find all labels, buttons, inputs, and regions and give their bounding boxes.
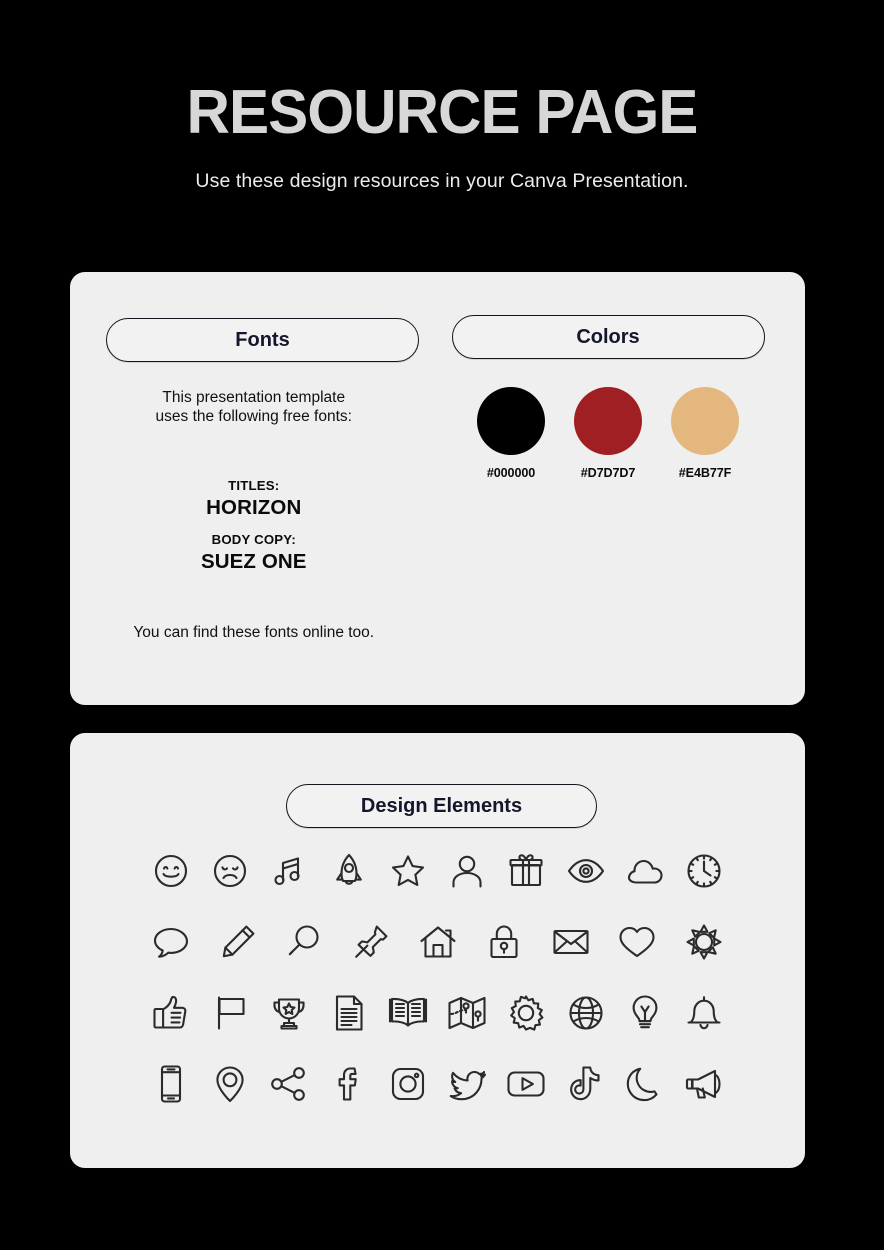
resource-page: RESOURCE PAGE Use these design resources… [0, 0, 884, 1250]
color-swatch-dot[interactable] [574, 387, 642, 455]
fonts-heading-pill[interactable]: Fonts [106, 318, 419, 362]
color-swatch-dot[interactable] [671, 387, 739, 455]
map-icon[interactable] [440, 987, 494, 1039]
facebook-icon[interactable] [322, 1058, 376, 1110]
body-font-block: BODY COPY: SUEZ ONE [70, 532, 438, 574]
design-elements-heading-label: Design Elements [360, 794, 523, 817]
magnifier-icon[interactable] [277, 916, 331, 968]
megaphone-icon[interactable] [677, 1058, 731, 1110]
pushpin-icon[interactable] [344, 916, 398, 968]
color-swatch-cell: #D7D7D7 [566, 387, 650, 480]
tiktok-icon[interactable] [559, 1058, 613, 1110]
globe-icon[interactable] [559, 987, 613, 1039]
trophy-icon[interactable] [262, 987, 316, 1039]
sun-icon[interactable] [677, 916, 731, 968]
lightbulb-icon[interactable] [618, 987, 672, 1039]
fonts-heading-label: Fonts [235, 328, 290, 351]
gift-icon[interactable] [499, 845, 553, 897]
speech-bubble-icon[interactable] [144, 916, 198, 968]
body-font-name: SUEZ ONE [200, 550, 307, 573]
titles-font-kind: TITLES: [228, 478, 280, 493]
pencil-icon[interactable] [211, 916, 265, 968]
padlock-icon[interactable] [477, 916, 531, 968]
house-icon[interactable] [411, 916, 465, 968]
color-swatch-cell: #E4B77F [663, 387, 747, 480]
star-icon[interactable] [381, 845, 435, 897]
design-elements-panel: Design Elements [70, 733, 805, 1168]
eye-icon[interactable] [559, 845, 613, 897]
icon-grid [70, 845, 805, 1110]
fonts-intro-line-1: This presentation template [162, 389, 346, 406]
fonts-intro: This presentation template uses the foll… [70, 388, 438, 426]
cloud-icon[interactable] [618, 845, 672, 897]
page-title: RESOURCE PAGE [186, 78, 699, 147]
fonts-footer-note: You can find these fonts online too. [133, 624, 375, 641]
page-subtitle: Use these design resources in your Canva… [195, 170, 689, 192]
color-swatch-row: #000000 #D7D7D7 #E4B77F [452, 387, 765, 480]
twitter-icon[interactable] [440, 1058, 494, 1110]
colors-heading-pill[interactable]: Colors [451, 315, 765, 359]
music-note-icon[interactable] [262, 845, 316, 897]
color-swatch-cell: #000000 [469, 387, 553, 480]
page-header: RESOURCE PAGE Use these design resources… [0, 0, 884, 193]
design-elements-heading-pill[interactable]: Design Elements [286, 784, 597, 828]
heart-icon[interactable] [610, 916, 664, 968]
icon-row [144, 1058, 731, 1110]
icon-row [144, 987, 731, 1039]
sad-face-icon[interactable] [203, 845, 257, 897]
colors-heading-label: Colors [576, 325, 640, 348]
moon-icon[interactable] [618, 1058, 672, 1110]
document-icon[interactable] [322, 987, 376, 1039]
color-swatch-label: #E4B77F [678, 466, 732, 480]
share-icon[interactable] [262, 1058, 316, 1110]
smartphone-icon[interactable] [144, 1058, 198, 1110]
titles-font-block: TITLES: HORIZON [70, 478, 438, 520]
clock-icon[interactable] [677, 845, 731, 897]
person-icon[interactable] [440, 845, 494, 897]
body-font-kind: BODY COPY: [211, 532, 296, 547]
youtube-icon[interactable] [499, 1058, 553, 1110]
gear-icon[interactable] [499, 987, 553, 1039]
titles-font-name: HORIZON [206, 496, 302, 519]
location-pin-icon[interactable] [203, 1058, 257, 1110]
smiley-face-icon[interactable] [144, 845, 198, 897]
color-swatch-dot[interactable] [477, 387, 545, 455]
flag-icon[interactable] [203, 987, 257, 1039]
icon-row [144, 916, 731, 968]
envelope-icon[interactable] [544, 916, 598, 968]
open-book-icon[interactable] [381, 987, 435, 1039]
bell-icon[interactable] [677, 987, 731, 1039]
rocket-icon[interactable] [322, 845, 376, 897]
instagram-icon[interactable] [381, 1058, 435, 1110]
color-swatch-label: #D7D7D7 [580, 466, 636, 480]
fonts-and-colors-panel: Fonts This presentation template uses th… [70, 272, 805, 705]
fonts-intro-line-2: uses the following free fonts: [155, 408, 352, 426]
color-swatch-label: #000000 [486, 466, 536, 480]
thumbs-up-icon[interactable] [144, 987, 198, 1039]
icon-row [144, 845, 731, 897]
